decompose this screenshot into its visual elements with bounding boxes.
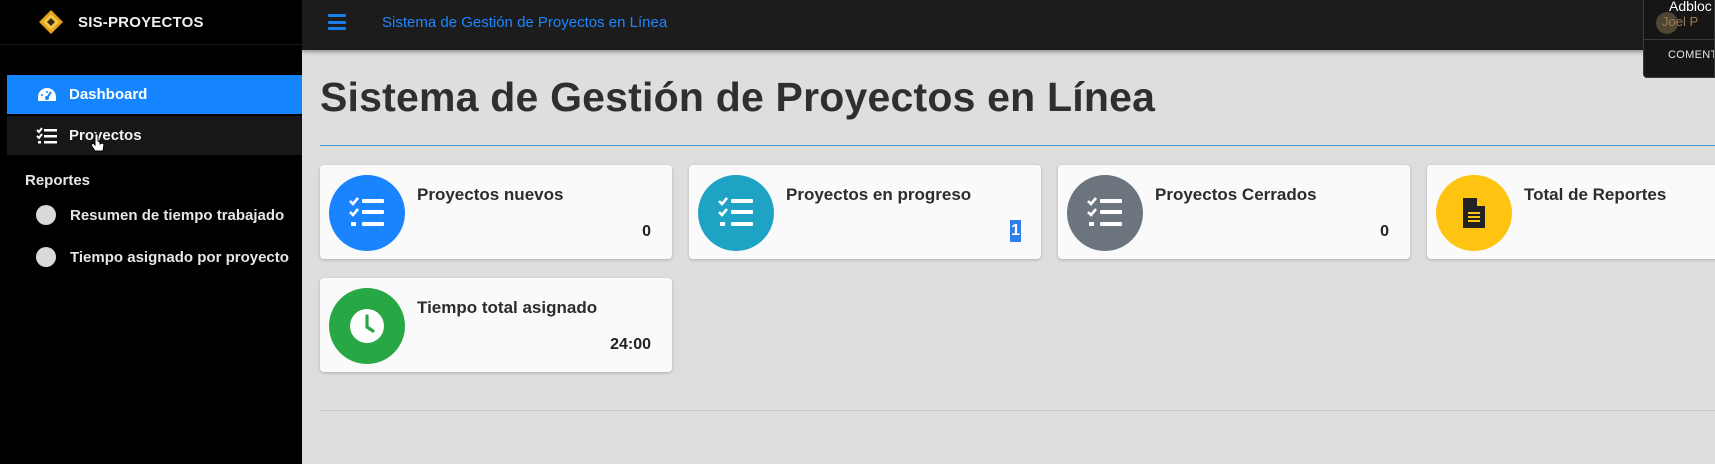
list-icon xyxy=(698,175,774,251)
card-proyectos-nuevos[interactable]: Proyectos nuevos 0 xyxy=(320,165,672,259)
divider xyxy=(320,145,1715,146)
brand-logo-icon xyxy=(39,10,63,34)
card-value: 1 xyxy=(1010,220,1021,242)
sidebar-item-tiempo-asignado[interactable]: Tiempo asignado por proyecto xyxy=(36,247,289,267)
card-label: Total de Reportes xyxy=(1524,185,1667,204)
dashboard-icon xyxy=(35,85,59,105)
sidebar-item-resumen-tiempo[interactable]: Resumen de tiempo trabajado xyxy=(36,205,284,225)
video-overlay-card[interactable]: Adbloc Joel P COMENT xyxy=(1643,0,1715,78)
brand-name: SIS-PROYECTOS xyxy=(78,13,204,31)
sidebar-item-label: Dashboard xyxy=(69,86,148,103)
sidebar-section-reportes: Reportes xyxy=(25,172,91,189)
circle-icon xyxy=(36,247,56,267)
circle-icon xyxy=(36,205,56,225)
brand[interactable]: SIS-PROYECTOS xyxy=(0,0,302,45)
sidebar-nav: Dashboard Proyectos xyxy=(7,75,302,157)
menu-toggle-icon[interactable] xyxy=(328,14,346,30)
sidebar-item-label: Resumen de tiempo trabajado xyxy=(70,206,285,224)
document-icon xyxy=(1436,175,1512,251)
card-total-reportes[interactable]: Total de Reportes xyxy=(1427,165,1715,259)
mouse-pointer-icon xyxy=(90,133,105,152)
list-icon xyxy=(1067,175,1143,251)
list-icon xyxy=(329,175,405,251)
overlay-comments-label[interactable]: COMENT xyxy=(1668,49,1714,61)
card-label: Proyectos Cerrados xyxy=(1155,185,1317,204)
sidebar-item-proyectos[interactable]: Proyectos xyxy=(7,116,302,155)
top-navbar: Sistema de Gestión de Proyectos en Línea xyxy=(302,0,1715,50)
card-value: 0 xyxy=(1380,223,1389,240)
card-value: 0 xyxy=(642,223,651,240)
card-proyectos-cerrados[interactable]: Proyectos Cerrados 0 xyxy=(1058,165,1410,259)
card-value: 24:00 xyxy=(610,336,651,353)
page-title: Sistema de Gestión de Proyectos en Línea xyxy=(320,74,1156,120)
card-label: Tiempo total asignado xyxy=(417,298,598,317)
sidebar-item-label: Tiempo asignado por proyecto xyxy=(70,248,289,266)
divider xyxy=(1644,39,1714,40)
sidebar-item-dashboard[interactable]: Dashboard xyxy=(7,75,302,114)
overlay-title: Adbloc xyxy=(1669,0,1712,14)
divider xyxy=(320,410,1715,411)
list-icon xyxy=(35,126,59,146)
topbar-title[interactable]: Sistema de Gestión de Proyectos en Línea xyxy=(382,14,667,31)
card-tiempo-total-asignado[interactable]: Tiempo total asignado 24:00 xyxy=(320,278,672,372)
card-proyectos-en-progreso[interactable]: Proyectos en progreso 1 xyxy=(689,165,1041,259)
clock-icon xyxy=(329,288,405,364)
overlay-subtitle: Joel P xyxy=(1662,14,1699,29)
card-label: Proyectos nuevos xyxy=(417,185,564,204)
card-label: Proyectos en progreso xyxy=(786,185,972,204)
sidebar: SIS-PROYECTOS Dashboard Proyectos Report… xyxy=(0,0,302,464)
